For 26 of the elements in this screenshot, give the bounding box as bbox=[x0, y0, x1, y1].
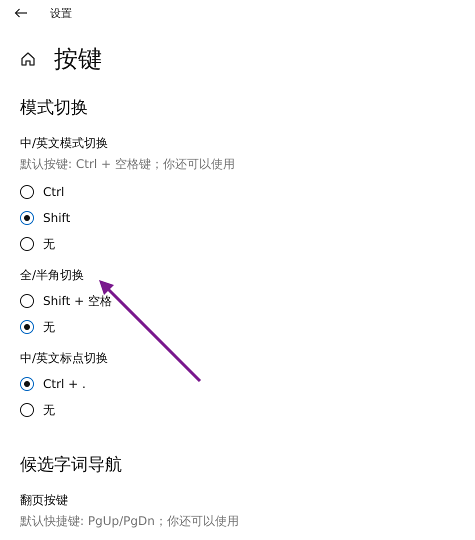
radio-button[interactable] bbox=[20, 237, 34, 251]
radio-label[interactable]: 无 bbox=[43, 236, 55, 252]
radio-button[interactable] bbox=[20, 320, 34, 334]
section-heading: 模式切换 bbox=[20, 97, 89, 119]
group-label: 翻页按键 bbox=[20, 492, 69, 509]
page-title: 按键 bbox=[54, 44, 102, 75]
group-label: 中/英文标点切换 bbox=[20, 350, 110, 367]
radio-label[interactable]: Ctrl bbox=[43, 185, 64, 199]
back-arrow-icon[interactable] bbox=[14, 8, 28, 18]
radio-label[interactable]: 无 bbox=[43, 402, 55, 418]
group-label: 中/英文模式切换 bbox=[20, 135, 110, 152]
section-heading: 候选字词导航 bbox=[20, 454, 123, 476]
radio-label[interactable]: Shift + 空格 bbox=[43, 292, 112, 310]
home-icon[interactable] bbox=[20, 51, 36, 67]
window-title: 设置 bbox=[50, 6, 72, 20]
radio-label[interactable]: Shift bbox=[43, 211, 70, 225]
group-label: 全/半角切换 bbox=[20, 267, 86, 284]
radio-button[interactable] bbox=[20, 211, 34, 225]
radio-label[interactable]: 无 bbox=[43, 318, 55, 336]
radio-label[interactable]: Ctrl + . bbox=[43, 377, 86, 391]
radio-button[interactable] bbox=[20, 294, 34, 308]
description-text: 默认按键: Ctrl + 空格键；你还可以使用 bbox=[20, 156, 236, 173]
radio-button[interactable] bbox=[20, 403, 34, 417]
description-text: 默认快捷键: PgUp/PgDn；你还可以使用 bbox=[20, 513, 240, 530]
radio-button[interactable] bbox=[20, 377, 34, 391]
radio-button[interactable] bbox=[20, 185, 34, 199]
